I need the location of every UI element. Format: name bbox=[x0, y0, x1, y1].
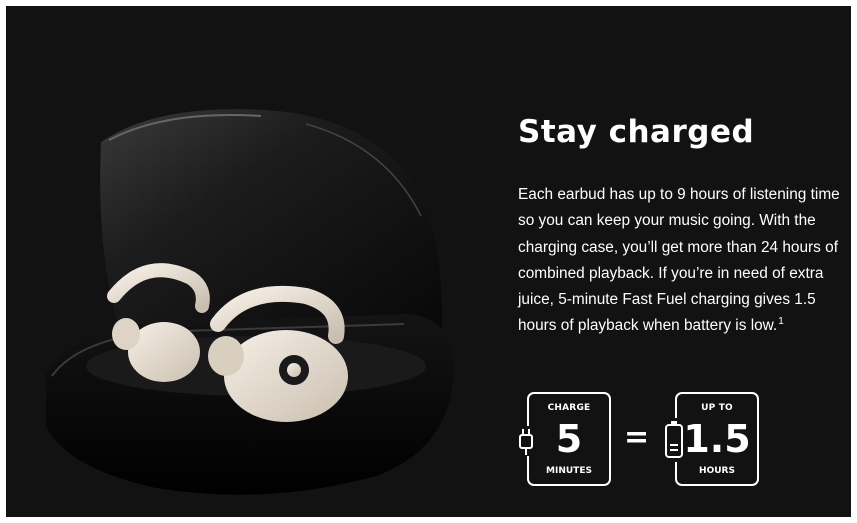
power-plug-icon bbox=[514, 426, 538, 456]
section-headline: Stay charged bbox=[518, 114, 755, 150]
hours-unit: HOURS bbox=[699, 466, 735, 476]
hours-value: 1.5 bbox=[683, 417, 751, 461]
hours-caption: UP TO bbox=[701, 403, 733, 413]
playback-hours-badge: UP TO 1.5 HOURS bbox=[675, 392, 759, 486]
charge-value: 5 bbox=[555, 417, 583, 461]
charging-case-earbuds-image bbox=[46, 109, 455, 495]
battery-icon bbox=[662, 418, 686, 462]
section-description: Each earbud has up to 9 hours of listeni… bbox=[518, 182, 848, 340]
charge-caption: CHARGE bbox=[547, 403, 591, 413]
equals-sign: = bbox=[624, 420, 650, 455]
footnote-marker[interactable]: 1 bbox=[778, 316, 784, 327]
feature-section: Stay charged Each earbud has up to 9 hou… bbox=[6, 6, 851, 517]
charge-time-badge: CHARGE 5 MINUTES bbox=[527, 392, 611, 486]
description-text: Each earbud has up to 9 hours of listeni… bbox=[518, 186, 840, 335]
charge-unit: MINUTES bbox=[546, 466, 592, 476]
